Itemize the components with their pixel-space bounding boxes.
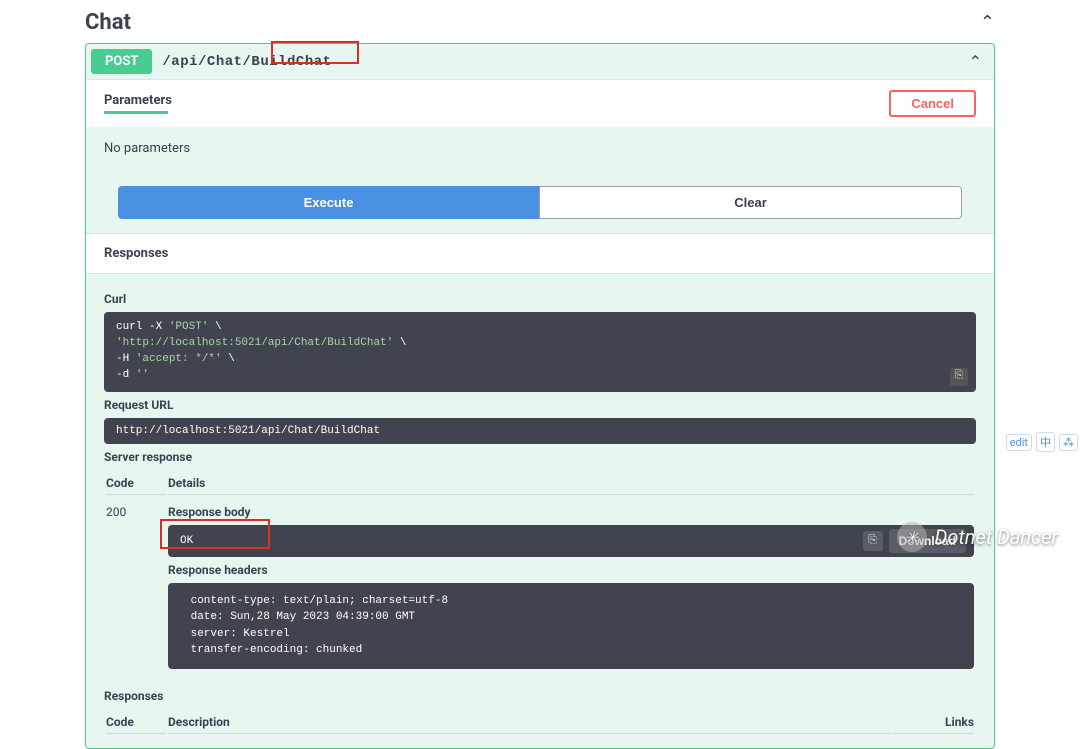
t: -H <box>116 353 136 365</box>
edit-tool-icon[interactable]: edit <box>1006 434 1032 451</box>
t: 'http://localhost:5021/api/Chat/BuildCha… <box>116 337 393 349</box>
t: \ <box>208 321 221 333</box>
operation-block: POST /api/Chat/BuildChat ⌃ Parameters Ca… <box>85 43 995 749</box>
details-header: Details <box>168 472 974 495</box>
request-url-label: Request URL <box>104 398 976 412</box>
curl-block: curl -X 'POST' \ 'http://localhost:5021/… <box>104 312 976 392</box>
request-url-block: http://localhost:5021/api/Chat/BuildChat <box>104 418 976 444</box>
curl-label: Curl <box>104 292 976 306</box>
response-body-label: Response body <box>168 505 974 519</box>
server-response-label: Server response <box>104 450 976 464</box>
copy-icon[interactable]: ⎘ <box>863 531 883 551</box>
lang-tool-icon[interactable]: 中 <box>1036 432 1055 452</box>
body-actions: ⎘ Download <box>863 529 966 553</box>
code-header: Code <box>106 472 166 495</box>
status-code: 200 <box>106 497 166 677</box>
chevron-up-icon: ⌃ <box>980 12 995 33</box>
no-parameters-text: No parameters <box>104 141 976 156</box>
t: 'POST' <box>169 321 209 333</box>
download-button[interactable]: Download <box>889 529 966 553</box>
code-header: Code <box>106 711 166 734</box>
t: \ <box>222 353 235 365</box>
execute-button[interactable]: Execute <box>118 186 539 219</box>
more-tool-icon[interactable]: ⁂ <box>1059 434 1078 451</box>
parameters-title: Parameters <box>104 93 172 108</box>
tag-header[interactable]: Chat ⌃ <box>85 0 995 43</box>
side-toolbar: edit 中 ⁂ <box>1006 432 1078 452</box>
responses-schema-table: Code Description Links <box>104 709 976 736</box>
tag-title: Chat <box>85 10 131 35</box>
parameters-header: Parameters Cancel <box>86 79 994 127</box>
method-badge: POST <box>91 49 152 74</box>
links-header: Links <box>894 711 974 734</box>
response-headers-block: content-type: text/plain; charset=utf-8 … <box>168 583 974 669</box>
t: 'accept: */*' <box>136 353 222 365</box>
copy-icon[interactable]: ⎘ <box>950 368 968 386</box>
action-row: Execute Clear <box>104 186 976 219</box>
operation-summary[interactable]: POST /api/Chat/BuildChat ⌃ <box>86 44 994 79</box>
server-response-table: Code Details 200 Response body OK ⎘ Down… <box>104 470 976 679</box>
t: \ <box>393 337 406 349</box>
responses-title: Responses <box>86 233 994 274</box>
headers-text: content-type: text/plain; charset=utf-8 … <box>184 593 958 659</box>
response-body-text: OK <box>180 535 193 547</box>
highlight-box <box>160 519 270 549</box>
response-body-block: OK ⎘ Download <box>168 525 974 557</box>
parameters-body: No parameters Execute Clear <box>86 127 994 233</box>
operation-path: /api/Chat/BuildChat <box>162 54 331 70</box>
table-row: 200 Response body OK ⎘ Download Response… <box>106 497 974 677</box>
response-headers-label: Response headers <box>168 563 974 577</box>
responses-body: Curl curl -X 'POST' \ 'http://localhost:… <box>86 274 994 748</box>
t: '' <box>136 369 149 381</box>
underline <box>104 111 168 114</box>
chevron-up-icon: ⌃ <box>969 52 982 71</box>
cancel-button[interactable]: Cancel <box>889 90 976 117</box>
t: curl -X <box>116 321 169 333</box>
description-header: Description <box>168 711 892 734</box>
t: -d <box>116 369 136 381</box>
responses-schema-label: Responses <box>104 689 976 703</box>
clear-button[interactable]: Clear <box>539 186 962 219</box>
